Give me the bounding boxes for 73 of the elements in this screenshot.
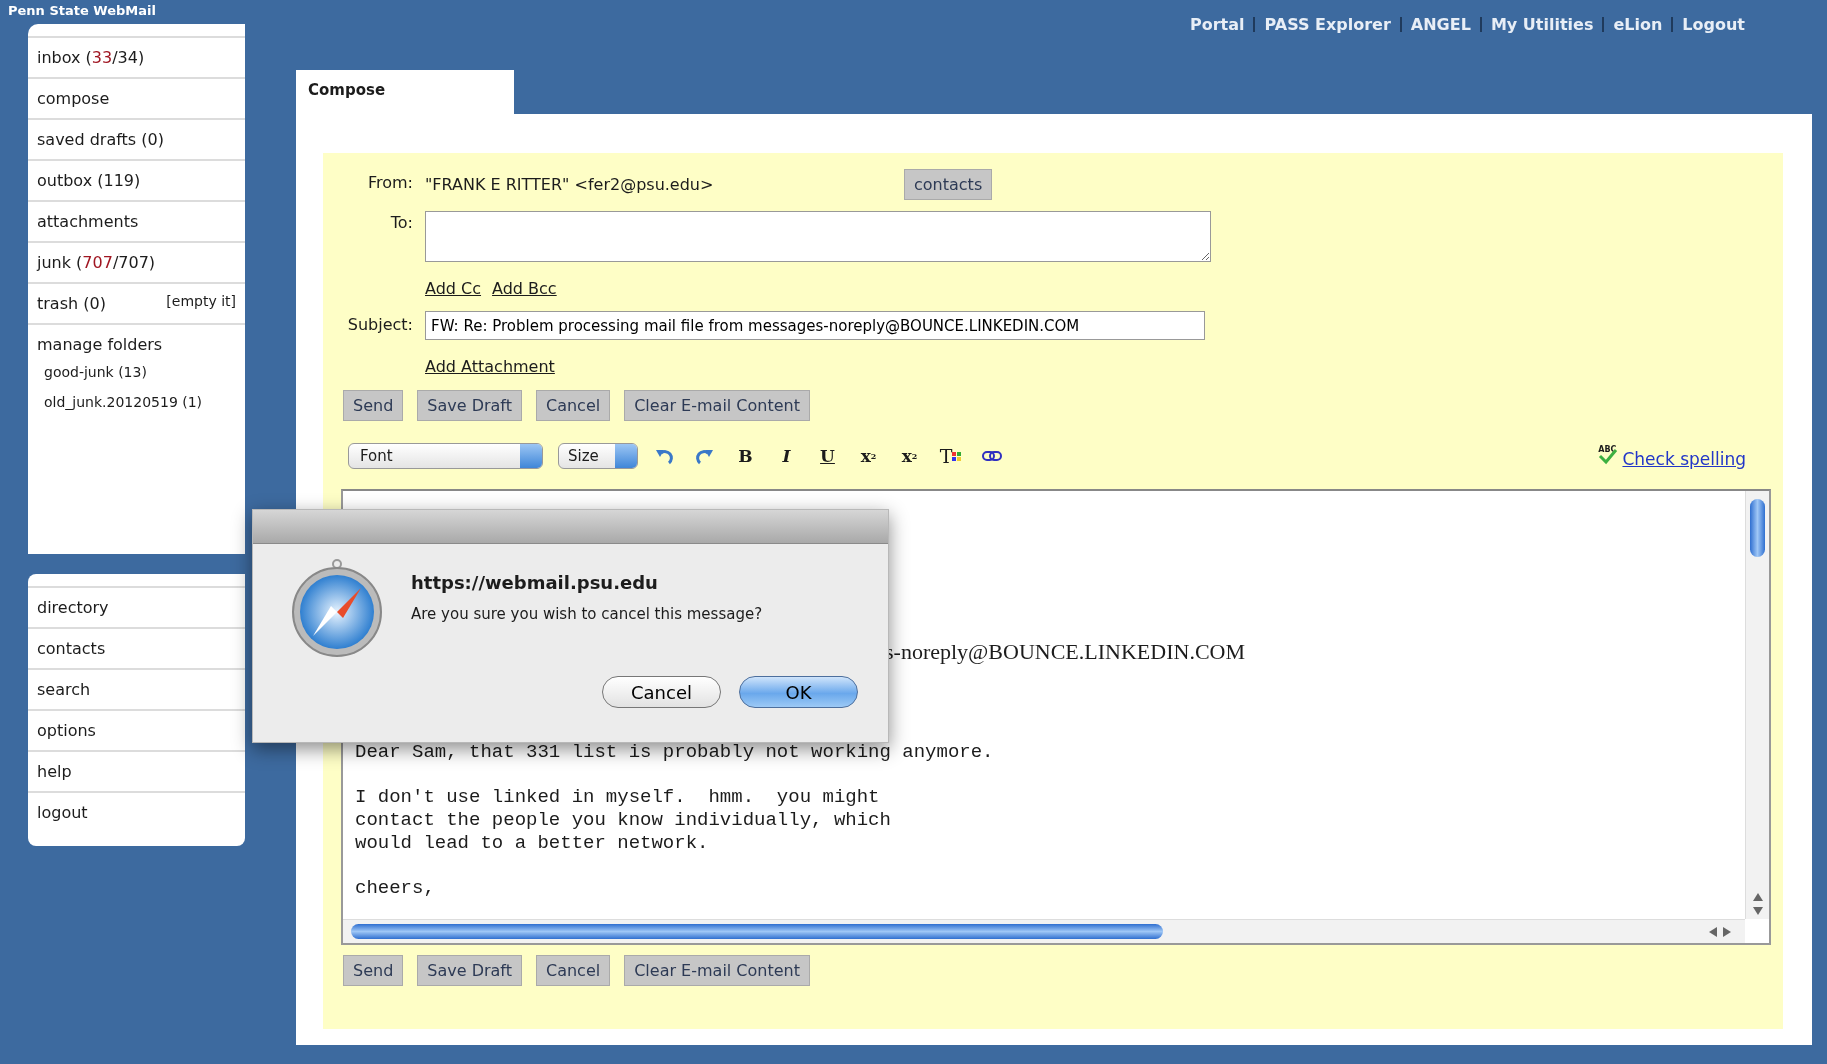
vertical-scrollbar[interactable]	[1745, 491, 1769, 919]
nav-link[interactable]: PASS Explorer	[1253, 17, 1400, 32]
from-address: "FRANK E RITTER" <fer2@psu.edu>	[425, 175, 715, 194]
action-button[interactable]: Clear E-mail Content	[624, 390, 810, 421]
dialog-button[interactable]: OK	[739, 676, 858, 708]
nav-link[interactable]: Portal	[1180, 17, 1254, 32]
horizontal-scrollbar[interactable]	[343, 919, 1745, 943]
color-swatch-icon	[952, 451, 962, 461]
scroll-thumb[interactable]	[351, 924, 1163, 939]
superscript-button[interactable]: x$^{2}$	[855, 442, 882, 470]
dialog-message: Are you sure you wish to cancel this message?	[411, 605, 763, 623]
left-arrow-icon[interactable]	[1709, 926, 1717, 937]
action-button[interactable]: Save Draft	[417, 955, 522, 986]
to-field[interactable]	[425, 211, 1211, 262]
check-spelling-link[interactable]: Check spelling	[1622, 449, 1746, 469]
bold-button[interactable]: B	[732, 442, 759, 470]
empty-trash-link[interactable]: [empty it]	[166, 292, 236, 309]
sidebar-item[interactable]: search	[37, 680, 91, 699]
message-line: cheers,	[355, 877, 436, 900]
sidebar-item[interactable]: saved drafts (0)	[37, 130, 164, 149]
sidebar-item[interactable]: trash (0)	[37, 294, 106, 313]
up-arrow-icon[interactable]	[1752, 893, 1763, 901]
add-recipient-link[interactable]: Add Bcc	[492, 279, 557, 298]
message-line: Dear Sam, that 331 list is probably not working anymore.	[355, 741, 995, 764]
sidebar-item[interactable]: directory	[37, 598, 109, 617]
nav-link[interactable]: Logout	[1671, 17, 1754, 32]
to-label: To:	[389, 212, 413, 232]
message-line: contact the people you know individually, which	[355, 809, 892, 832]
sidebar-item[interactable]: compose	[37, 89, 110, 108]
scroll-thumb[interactable]	[1750, 499, 1765, 557]
text-color-button[interactable]: T	[937, 442, 964, 470]
underline-button[interactable]: U	[814, 442, 841, 470]
sidebar-item[interactable]: options	[37, 721, 96, 740]
action-button[interactable]: Send	[343, 955, 404, 986]
sidebar-item[interactable]: logout	[37, 803, 88, 822]
action-button[interactable]: Send	[343, 390, 404, 421]
folder-item[interactable]: good-junk (13)	[44, 364, 245, 380]
right-arrow-icon[interactable]	[1723, 926, 1731, 937]
sidebar-item[interactable]: contacts	[37, 639, 106, 658]
action-button[interactable]: Clear E-mail Content	[624, 955, 810, 986]
sidebar-item[interactable]: manage folders	[37, 335, 163, 354]
size-select[interactable]: Size	[558, 443, 638, 469]
sidebar-item[interactable]: attachments	[37, 212, 139, 231]
sidebar-item[interactable]: inbox (33/34)	[37, 48, 145, 67]
checkmark-icon	[1598, 447, 1619, 465]
sidebar-item[interactable]: help	[37, 762, 72, 781]
spellcheck-icon-label: ABC	[1598, 444, 1617, 454]
add-recipient-link[interactable]: Add Cc	[425, 279, 482, 298]
from-label: From:	[366, 172, 413, 192]
dialog-button[interactable]: Cancel	[602, 676, 721, 708]
subject-label: Subject:	[346, 314, 413, 334]
folder-item[interactable]: old_junk.20120519 (1)	[44, 394, 245, 410]
quoted-text: s-noreply@BOUNCE.LINKEDIN.COM	[885, 639, 1245, 665]
subject-field[interactable]: FW: Re: Problem processing mail file from messages-noreply@BOUNCE.LINKEDIN.COM	[425, 311, 1205, 340]
app-title: Penn State WebMail	[7, 2, 157, 20]
compass-icon	[291, 558, 383, 658]
action-button[interactable]: Save Draft	[417, 390, 522, 421]
sidebar-item[interactable]: junk (707/707)	[37, 253, 156, 272]
contacts-button[interactable]: contacts	[904, 169, 993, 200]
nav-link[interactable]: My Utilities	[1479, 17, 1603, 32]
add-attachment-link[interactable]: Add Attachment	[425, 357, 555, 376]
nav-link[interactable]: eLion	[1602, 17, 1672, 32]
font-select[interactable]: Font	[348, 443, 543, 469]
dialog-title: https://webmail.psu.edu	[411, 572, 659, 593]
italic-button[interactable]: I	[773, 442, 800, 470]
message-line: would lead to a better network.	[355, 831, 710, 855]
action-button[interactable]: Cancel	[536, 955, 611, 986]
action-button[interactable]: Cancel	[536, 390, 611, 421]
sidebar-item[interactable]: outbox (119)	[37, 171, 141, 190]
nav-link[interactable]: ANGEL	[1399, 17, 1480, 32]
down-arrow-icon[interactable]	[1752, 907, 1763, 915]
message-line: I don't use linked in myself. hmm. you might	[355, 786, 881, 810]
compose-tab[interactable]: Compose	[296, 70, 514, 114]
